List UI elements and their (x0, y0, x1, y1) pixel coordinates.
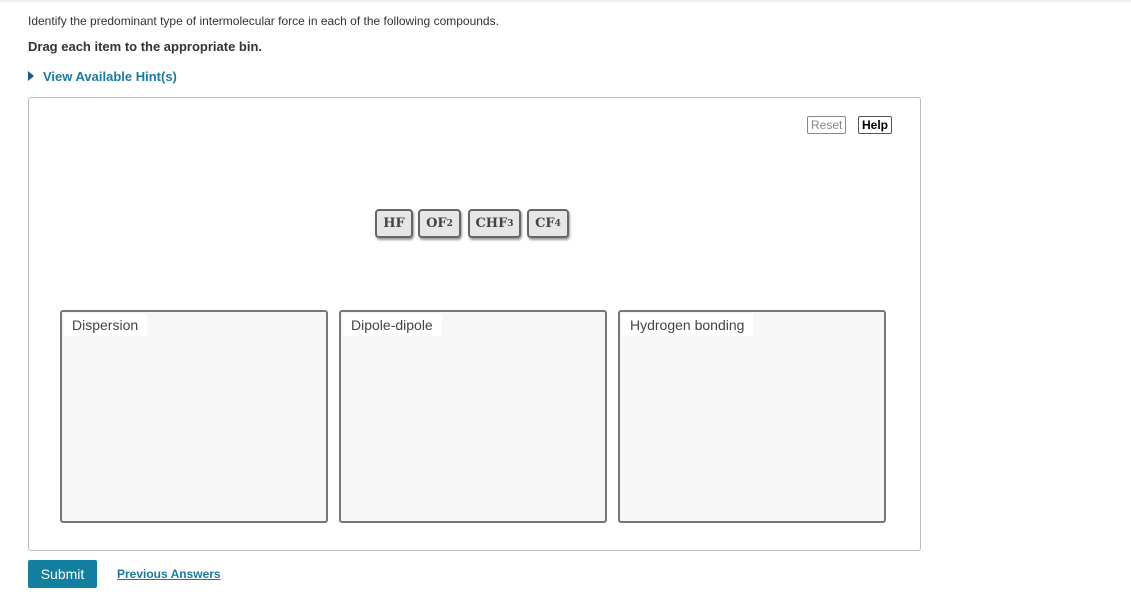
draggable-item-cf4[interactable]: CF 4 (527, 209, 569, 238)
draggable-item-chf3[interactable]: CHF 3 (468, 209, 521, 238)
reset-button[interactable]: Reset (807, 116, 847, 134)
bin-dipole-dipole[interactable]: Dipole-dipole (339, 310, 607, 523)
item-subscript: 4 (554, 218, 561, 229)
bin-label: Hydrogen bonding (622, 314, 754, 336)
previous-answers-link[interactable]: Previous Answers (117, 567, 221, 581)
bin-dispersion[interactable]: Dispersion (60, 310, 328, 523)
view-hints-link[interactable]: View Available Hint(s) (28, 69, 177, 84)
submit-button[interactable]: Submit (28, 560, 97, 588)
bin-label: Dipole-dipole (343, 314, 442, 336)
caret-right-icon (28, 71, 34, 81)
hint-label: View Available Hint(s) (43, 69, 177, 84)
item-label: OF (426, 216, 447, 231)
instruction-text: Drag each item to the appropriate bin. (28, 39, 263, 54)
top-divider (0, 0, 1131, 2)
item-label: HF (383, 216, 405, 231)
draggable-item-hf[interactable]: HF (375, 209, 413, 238)
draggable-item-of2[interactable]: OF 2 (418, 209, 461, 238)
item-subscript: 2 (446, 218, 453, 229)
bin-label: Dispersion (64, 314, 148, 336)
bin-hydrogen-bonding[interactable]: Hydrogen bonding (618, 310, 886, 523)
item-subscript: 3 (507, 218, 514, 229)
item-label: CF (535, 216, 555, 231)
item-label: CHF (475, 216, 508, 231)
question-text: Identify the predominant type of intermo… (28, 14, 499, 28)
help-button[interactable]: Help (858, 116, 893, 134)
